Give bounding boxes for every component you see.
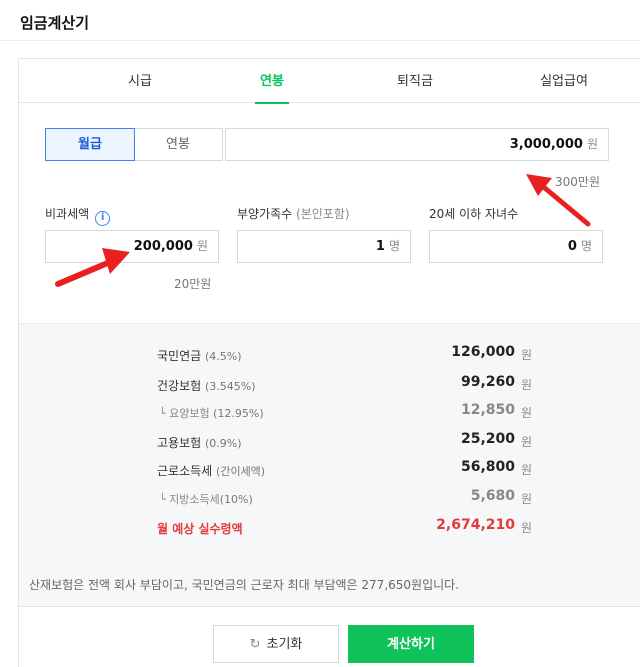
result-rate: (3.545%) xyxy=(205,380,256,393)
reset-button[interactable]: ↻ 초기화 xyxy=(213,625,339,663)
result-rate: (0.9%) xyxy=(205,437,242,450)
salary-hint: 300만원 xyxy=(555,175,600,189)
result-name: 고용보험 (0.9%) xyxy=(157,434,242,451)
info-icon[interactable]: i xyxy=(95,211,111,226)
children-unit: 명 xyxy=(580,239,592,253)
dependents-label: 부양가족수 (본인포함) xyxy=(237,205,350,222)
result-unit: 원 xyxy=(521,348,533,362)
result-amount: 5,680 xyxy=(470,488,515,504)
dependents-value: 1 xyxy=(375,239,385,254)
tab-severance[interactable]: 퇴직금 xyxy=(370,59,460,103)
results-panel: 국민연금 (4.5%) 126,000 원 건강보험 (3.545%) 99,2… xyxy=(19,323,640,575)
salary-input[interactable]: 3,000,000 원 xyxy=(225,128,609,161)
monthly-button[interactable]: 월급 xyxy=(45,128,135,161)
result-unit: 원 xyxy=(521,521,533,535)
salary-unit: 원 xyxy=(586,137,598,151)
tab-hourly[interactable]: 시급 xyxy=(95,59,185,103)
result-unit: 원 xyxy=(521,378,533,392)
result-rate: (4.5%) xyxy=(205,350,242,363)
result-unit: 원 xyxy=(521,406,533,420)
result-rate: (간이세액) xyxy=(216,465,266,478)
dependents-unit: 명 xyxy=(388,239,400,253)
dependents-label-sub: (본인포함) xyxy=(296,207,350,221)
tax-free-unit: 원 xyxy=(196,239,208,253)
tax-free-hint: 20만원 xyxy=(174,277,212,291)
result-name-text: └ 지방소득세 xyxy=(159,493,220,506)
result-row-health-insurance: 건강보험 (3.545%) 99,260 원 xyxy=(19,374,640,396)
result-amount: 56,800 xyxy=(460,459,515,475)
result-name-text: 국민연금 xyxy=(157,349,202,363)
calculate-button[interactable]: 계산하기 xyxy=(348,625,474,663)
result-name-text: 고용보험 xyxy=(157,436,202,450)
refresh-icon: ↻ xyxy=(249,637,261,652)
result-name: 근로소득세 (간이세액) xyxy=(157,462,265,479)
result-name: 국민연금 (4.5%) xyxy=(157,347,242,364)
children-value: 0 xyxy=(567,239,577,254)
result-row-net-pay: 월 예상 실수령액 2,674,210 원 xyxy=(19,517,640,539)
result-amount: 25,200 xyxy=(460,431,515,447)
result-row-employment-insurance: 고용보험 (0.9%) 25,200 원 xyxy=(19,431,640,453)
result-name-text: └ 요양보험 xyxy=(159,407,210,420)
notice-text: 산재보험은 전액 회사 부담이고, 국민연금의 근로자 최대 부담액은 277,… xyxy=(29,578,460,592)
tab-bar: 시급 연봉 퇴직금 실업급여 xyxy=(19,59,640,104)
annual-button[interactable]: 연봉 xyxy=(134,129,222,160)
result-name: └ 요양보험 (12.95%) xyxy=(159,405,264,421)
result-name-text: 근로소득세 xyxy=(157,464,213,478)
result-row-national-pension: 국민연금 (4.5%) 126,000 원 xyxy=(19,344,640,366)
result-row-long-term-care: └ 요양보험 (12.95%) 12,850 원 xyxy=(19,402,640,424)
result-name: 건강보험 (3.545%) xyxy=(157,377,256,394)
calculator-card: 시급 연봉 퇴직금 실업급여 월급 연봉 3,000,000 원 300만원 비과… xyxy=(18,58,640,667)
result-unit: 원 xyxy=(521,492,533,506)
result-rate: (12.95%) xyxy=(213,407,264,420)
result-name: └ 지방소득세(10%) xyxy=(159,491,253,507)
pay-type-toggle: 월급 연봉 xyxy=(45,128,223,161)
tax-free-input[interactable]: 200,000 원 xyxy=(45,230,219,263)
tab-annual-salary[interactable]: 연봉 xyxy=(227,59,317,104)
result-row-local-income-tax: └ 지방소득세(10%) 5,680 원 xyxy=(19,488,640,510)
dependents-label-text: 부양가족수 xyxy=(237,207,293,221)
dependents-input[interactable]: 1명 xyxy=(237,230,411,263)
result-amount: 12,850 xyxy=(460,402,515,418)
tax-free-value: 200,000 xyxy=(133,239,193,254)
result-rate: (10%) xyxy=(219,493,253,506)
tax-free-label-text: 비과세액 xyxy=(45,207,90,221)
result-amount: 126,000 xyxy=(451,344,515,360)
tax-free-label: 비과세액 i xyxy=(45,205,111,226)
children-label: 20세 이하 자녀수 xyxy=(429,207,519,221)
result-amount: 2,674,210 xyxy=(436,517,515,533)
title-divider xyxy=(0,40,640,41)
tab-unemployment[interactable]: 실업급여 xyxy=(519,59,609,103)
children-input[interactable]: 0명 xyxy=(429,230,603,263)
salary-value: 3,000,000 xyxy=(509,137,583,152)
result-name-text: 건강보험 xyxy=(157,379,202,393)
result-name: 월 예상 실수령액 xyxy=(157,522,243,536)
page-title: 임금계산기 xyxy=(20,14,90,32)
result-unit: 원 xyxy=(521,435,533,449)
reset-label: 초기화 xyxy=(266,637,303,652)
result-unit: 원 xyxy=(521,463,533,477)
result-amount: 99,260 xyxy=(460,374,515,390)
result-row-income-tax: 근로소득세 (간이세액) 56,800 원 xyxy=(19,459,640,481)
